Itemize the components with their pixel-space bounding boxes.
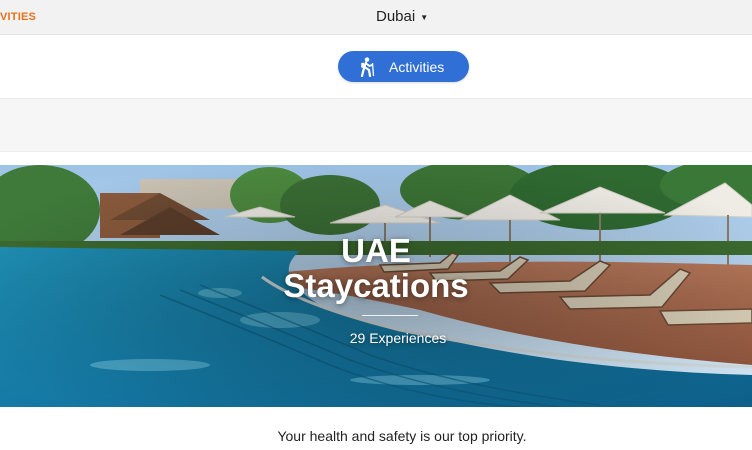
safety-notice: Your health and safety is our top priori…: [277, 428, 527, 444]
brand-label[interactable]: VITIES: [0, 11, 36, 23]
activities-button[interactable]: Activities: [338, 51, 469, 82]
hero-title-line-2: Staycations: [283, 267, 469, 304]
spacer-band: [0, 98, 752, 152]
city-name: Dubai: [376, 7, 416, 25]
city-selector[interactable]: Dubai ▼: [376, 5, 476, 27]
category-row: Activities: [0, 35, 752, 98]
hero-title-line-1: UAE: [341, 232, 411, 269]
caret-down-icon: ▼: [420, 12, 429, 22]
hero-divider: [362, 315, 418, 316]
activities-label: Activities: [389, 58, 445, 75]
hero-title: UAE Staycations: [0, 233, 752, 303]
top-bar: VITIES Dubai ▼: [0, 0, 752, 35]
experience-count: 29 Experiences: [349, 330, 447, 346]
hero-banner[interactable]: UAE Staycations 29 Experiences: [0, 165, 752, 407]
hiker-icon: [358, 56, 378, 77]
